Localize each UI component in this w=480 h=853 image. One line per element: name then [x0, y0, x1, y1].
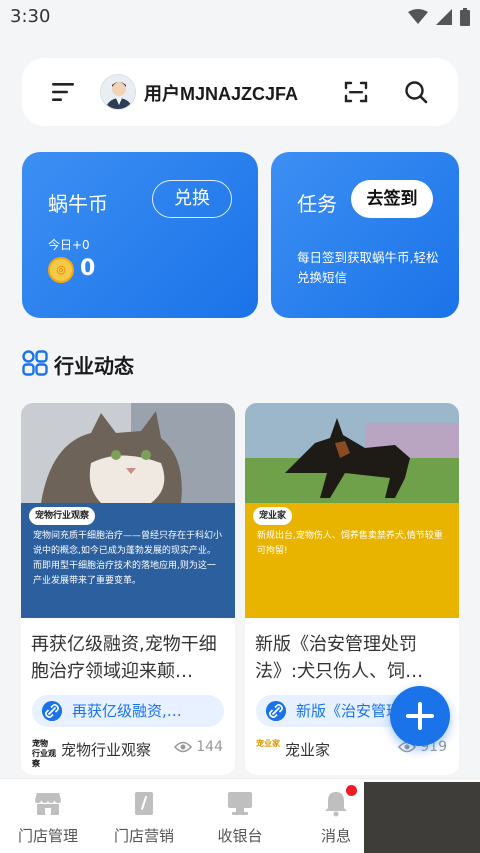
news-link[interactable]: 再获亿级融资,… [32, 695, 224, 727]
task-description: 每日签到获取蜗牛币,轻松兑换短信 [297, 250, 439, 285]
status-icons [408, 8, 470, 26]
nav-label: 门店营销 [113, 827, 174, 845]
news-link-text: 新版《治安管理 [296, 702, 402, 720]
cat-photo [21, 403, 235, 503]
scan-icon[interactable] [344, 80, 368, 104]
menu-icon[interactable] [52, 82, 74, 102]
view-count-value: 144 [196, 739, 223, 755]
coin-card-title: 蜗牛币 [48, 192, 108, 216]
checkin-button[interactable]: 去签到 [351, 180, 433, 218]
news-link-text: 再获亿级融资,… [72, 702, 182, 720]
nav-item-store-marketing[interactable]: 门店营销 [96, 779, 192, 853]
today-earned-label: 今日+0 [48, 238, 90, 252]
thumb-panel: 宠物行业观察 宠物间充质干细胞治疗——曾经只存在于科幻小说中的概念,如今已成为蓬… [21, 503, 235, 618]
thumb-text: 宠物间充质干细胞治疗——曾经只存在于科幻小说中的概念,如今已成为蓬勃发展的现实产… [33, 531, 223, 586]
username[interactable]: 用户MJNAJZCJFA [144, 80, 298, 106]
source-logo: 宠业家 [256, 739, 280, 748]
thumb-text: 新规出台,宠物伤人、饲养售卖禁养犬,情节较重可拘留! [257, 531, 443, 556]
add-button[interactable] [390, 686, 450, 746]
source-name: 宠物行业观察 [61, 741, 152, 759]
signal-icon [436, 9, 452, 25]
link-icon [42, 701, 62, 721]
nav-label: 收银台 [217, 827, 263, 845]
search-icon[interactable] [404, 80, 428, 104]
coin-balance: 0 [80, 256, 96, 281]
view-count: 144 [174, 739, 223, 755]
source-name: 宠业家 [285, 741, 331, 759]
news-card[interactable]: 宠物行业观察 宠物间充质干细胞治疗——曾经只存在于科幻小说中的概念,如今已成为蓬… [21, 403, 235, 775]
task-card-title: 任务 [297, 192, 337, 216]
thumb-panel: 宠业家 新规出台,宠物伤人、饲养售卖禁养犬,情节较重可拘留! [245, 503, 459, 618]
plus-icon [406, 702, 434, 730]
news-title: 再获亿级融资,宠物干细胞治疗领域迎来颠… [31, 634, 217, 682]
news-title: 新版《治安管理处罚法》:犬只伤人、饲… [255, 634, 424, 682]
dog-photo [245, 403, 459, 503]
top-bar: 用户MJNAJZCJFA [22, 58, 458, 126]
source-logo: 宠物 行业观察 [32, 739, 56, 768]
status-time: 3:30 [10, 6, 51, 27]
grid-icon [22, 350, 48, 376]
nav-overlay [364, 782, 480, 853]
thumb-tag: 宠物行业观察 [29, 507, 96, 525]
avatar[interactable] [100, 74, 136, 110]
cashier-icon [228, 792, 252, 815]
coin-card[interactable]: 蜗牛币 兑换 今日+0 ◎ 0 [22, 152, 258, 318]
notification-badge [346, 785, 357, 796]
store-icon [35, 793, 61, 815]
task-card[interactable]: 任务 去签到 每日签到获取蜗牛币,轻松兑换短信 [271, 152, 459, 318]
news-thumbnail: 宠物行业观察 宠物间充质干细胞治疗——曾经只存在于科幻小说中的概念,如今已成为蓬… [21, 403, 235, 618]
eye-icon [174, 741, 193, 753]
link-icon [266, 701, 286, 721]
nav-item-store-management[interactable]: 门店管理 [0, 779, 96, 853]
nav-label: 门店管理 [17, 827, 78, 845]
nav-item-cashier[interactable]: 收银台 [192, 779, 288, 853]
status-bar: 3:30 [0, 0, 480, 36]
thumb-tag: 宠业家 [253, 507, 293, 525]
wifi-icon [408, 9, 428, 24]
battery-icon [460, 8, 470, 26]
marketing-icon [135, 792, 153, 815]
news-thumbnail: 宠业家 新规出台,宠物伤人、饲养售卖禁养犬,情节较重可拘留! [245, 403, 459, 618]
exchange-button[interactable]: 兑换 [152, 180, 232, 218]
section-title: 行业动态 [54, 354, 134, 378]
coin-icon: ◎ [48, 257, 74, 283]
